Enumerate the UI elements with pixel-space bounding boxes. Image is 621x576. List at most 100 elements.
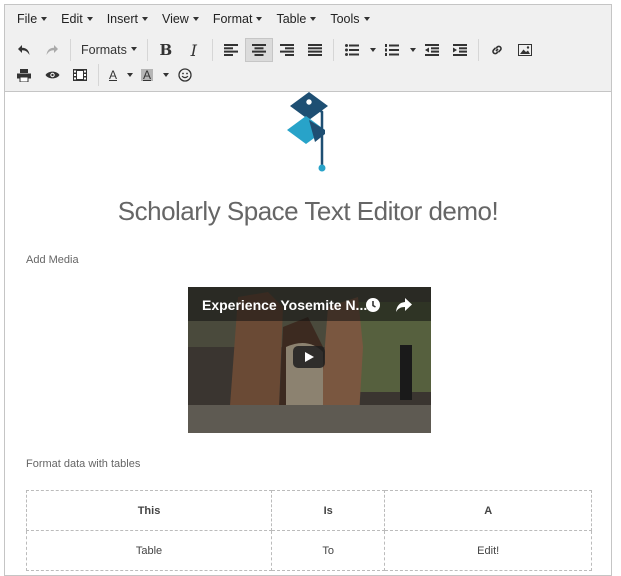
toolbar-separator bbox=[332, 39, 334, 61]
table-cell[interactable]: To bbox=[271, 530, 386, 571]
editor-chrome: File Edit Insert View Format Table Tools… bbox=[5, 5, 611, 92]
italic-button[interactable]: I bbox=[180, 38, 208, 62]
background-color-dropdown[interactable] bbox=[159, 63, 171, 87]
indent-icon bbox=[452, 44, 467, 56]
caret-icon bbox=[127, 73, 133, 77]
align-right-icon bbox=[279, 44, 294, 56]
redo-button[interactable] bbox=[38, 38, 66, 62]
menu-format[interactable]: Format bbox=[206, 8, 270, 30]
caret-icon bbox=[409, 48, 416, 52]
toolbar-separator bbox=[211, 39, 213, 61]
table-cell[interactable]: Edit! bbox=[384, 530, 592, 571]
caret-icon bbox=[41, 16, 48, 21]
bullet-list-button[interactable] bbox=[338, 38, 366, 62]
menu-edit-label: Edit bbox=[61, 12, 83, 26]
page-title: Scholarly Space Text Editor demo! bbox=[117, 196, 499, 226]
menu-view[interactable]: View bbox=[155, 8, 206, 30]
video-title: Experience Yosemite N... bbox=[202, 297, 368, 313]
undo-button[interactable] bbox=[10, 38, 38, 62]
toolbar-separator bbox=[98, 64, 99, 86]
scholarly-space-logo bbox=[287, 92, 328, 172]
numbered-list-icon bbox=[384, 44, 399, 56]
toolbar-separator bbox=[146, 39, 148, 61]
menu-insert-label: Insert bbox=[106, 12, 138, 26]
formats-dropdown[interactable]: Formats bbox=[75, 38, 143, 62]
data-table[interactable]: This Is A Table To Edit! bbox=[25, 490, 592, 571]
insert-media-button[interactable] bbox=[66, 63, 94, 87]
editor-content[interactable]: Scholarly Space Text Editor demo! Add Me… bbox=[5, 92, 611, 575]
print-button[interactable] bbox=[10, 63, 38, 87]
align-justify-icon bbox=[307, 44, 322, 56]
video-embed[interactable]: Experience Yosemite N... bbox=[188, 287, 431, 433]
menu-edit[interactable]: Edit bbox=[54, 8, 100, 30]
toolbar-row-1: Formats B I bbox=[10, 37, 539, 63]
numbered-list-dropdown[interactable] bbox=[406, 38, 418, 62]
indent-button[interactable] bbox=[446, 38, 474, 62]
add-media-label: Add Media bbox=[26, 254, 79, 266]
caret-icon bbox=[363, 16, 370, 21]
play-button[interactable] bbox=[293, 346, 325, 368]
print-icon bbox=[17, 68, 31, 82]
text-color-button[interactable]: A bbox=[103, 63, 123, 87]
bold-label: B bbox=[159, 41, 173, 59]
align-center-icon bbox=[251, 44, 266, 56]
menu-file[interactable]: File bbox=[10, 8, 54, 30]
preview-button[interactable] bbox=[38, 63, 66, 87]
caret-icon bbox=[163, 73, 169, 77]
caret-icon bbox=[130, 47, 137, 51]
emoticons-button[interactable] bbox=[171, 63, 199, 87]
menu-format-label: Format bbox=[212, 12, 253, 26]
menu-view-label: View bbox=[161, 12, 189, 26]
text-color-dropdown[interactable] bbox=[123, 63, 135, 87]
link-icon bbox=[492, 45, 502, 55]
menu-tools[interactable]: Tools bbox=[323, 8, 376, 30]
align-left-button[interactable] bbox=[217, 38, 245, 62]
table-cell[interactable]: A bbox=[384, 490, 592, 531]
redo-icon bbox=[46, 45, 58, 55]
italic-label: I bbox=[190, 40, 197, 60]
caret-icon bbox=[369, 48, 376, 52]
toolbar-separator bbox=[477, 39, 479, 61]
menu-insert[interactable]: Insert bbox=[100, 8, 155, 30]
table-row: This Is A bbox=[25, 490, 592, 531]
share-icon[interactable] bbox=[395, 297, 413, 313]
caret-icon bbox=[256, 16, 263, 21]
outdent-button[interactable] bbox=[418, 38, 446, 62]
image-icon bbox=[517, 44, 532, 56]
bullet-list-icon bbox=[344, 44, 359, 56]
toolbar-row-2: A A bbox=[10, 62, 199, 88]
insert-image-button[interactable] bbox=[511, 38, 539, 62]
bullet-list-dropdown[interactable] bbox=[366, 38, 378, 62]
background-color-button[interactable]: A bbox=[135, 63, 159, 87]
formats-label: Formats bbox=[81, 43, 127, 57]
bold-button[interactable]: B bbox=[152, 38, 180, 62]
caret-icon bbox=[192, 16, 199, 21]
table-cell[interactable]: Is bbox=[271, 490, 386, 531]
toolbar-separator bbox=[70, 39, 71, 61]
tables-label: Format data with tables bbox=[26, 458, 141, 470]
align-center-button[interactable] bbox=[244, 38, 273, 62]
align-justify-button[interactable] bbox=[301, 38, 329, 62]
menu-table-label: Table bbox=[276, 12, 307, 26]
caret-icon bbox=[86, 16, 93, 21]
align-right-button[interactable] bbox=[273, 38, 301, 62]
menubar: File Edit Insert View Format Table Tools bbox=[5, 5, 611, 33]
table-cell[interactable]: This bbox=[25, 490, 273, 531]
table-row: Table To Edit! bbox=[25, 530, 592, 571]
align-left-icon bbox=[223, 44, 238, 56]
caret-icon bbox=[310, 16, 317, 21]
menu-file-label: File bbox=[17, 12, 38, 26]
text-color-icon: A bbox=[108, 68, 117, 82]
menu-tools-label: Tools bbox=[330, 12, 360, 26]
watch-later-icon[interactable] bbox=[365, 297, 381, 313]
caret-icon bbox=[141, 16, 148, 21]
undo-icon bbox=[18, 45, 30, 55]
smiley-icon bbox=[178, 68, 192, 82]
film-icon bbox=[73, 69, 87, 81]
outdent-icon bbox=[424, 44, 439, 56]
insert-link-button[interactable] bbox=[483, 38, 511, 62]
text-editor: File Edit Insert View Format Table Tools… bbox=[4, 4, 612, 576]
menu-table[interactable]: Table bbox=[269, 8, 323, 30]
table-cell[interactable]: Table bbox=[25, 530, 273, 571]
numbered-list-button[interactable] bbox=[378, 38, 406, 62]
